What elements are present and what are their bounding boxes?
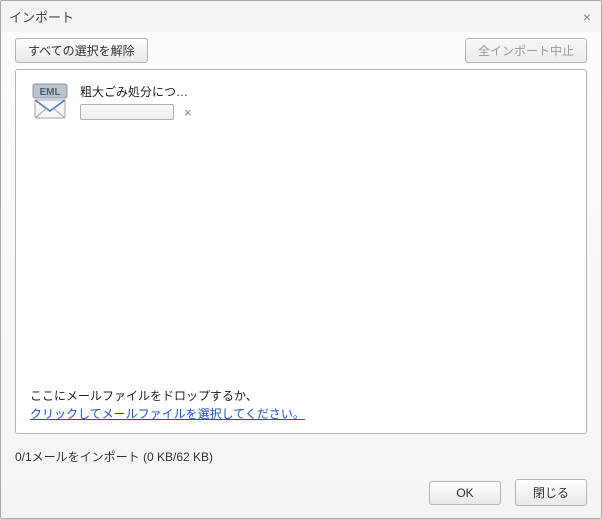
file-drop-area[interactable]: EML 粗大ごみ処分につ… × ここにメールファイルをドロップするか、 クリック… [15, 69, 587, 434]
dialog-title: インポート [9, 7, 74, 26]
browse-files-link[interactable]: クリックしてメールファイルを選択してください。 [30, 407, 305, 421]
dialog-footer: OK 閉じる [1, 473, 601, 518]
deselect-all-button[interactable]: すべての選択を解除 [15, 38, 148, 63]
ok-button[interactable]: OK [429, 481, 501, 505]
import-item: EML 粗大ごみ処分につ… × [30, 82, 572, 122]
import-item-controls: × [80, 104, 192, 120]
titlebar: インポート × [1, 1, 601, 32]
drop-hint: ここにメールファイルをドロップするか、 クリックしてメールファイルを選択してくだ… [30, 387, 572, 423]
stop-all-imports-button: 全インポート中止 [465, 38, 587, 63]
status-text: 0/1メールをインポート (0 KB/62 KB) [15, 450, 213, 464]
eml-badge-text: EML [39, 87, 60, 98]
cancel-item-icon[interactable]: × [184, 106, 192, 119]
toolbar: すべての選択を解除 全インポート中止 [1, 32, 601, 69]
eml-file-icon: EML [30, 82, 70, 122]
import-item-info: 粗大ごみ処分につ… × [80, 82, 192, 120]
close-button[interactable]: 閉じる [515, 479, 587, 506]
drop-hint-text: ここにメールファイルをドロップするか、 [30, 389, 258, 403]
import-item-filename: 粗大ごみ処分につ… [80, 82, 192, 100]
import-dialog: インポート × すべての選択を解除 全インポート中止 EML 粗大ごみ処分につ… [0, 0, 602, 519]
close-icon[interactable]: × [583, 10, 591, 24]
import-item-progress [80, 104, 174, 120]
status-bar: 0/1メールをインポート (0 KB/62 KB) [1, 444, 601, 473]
